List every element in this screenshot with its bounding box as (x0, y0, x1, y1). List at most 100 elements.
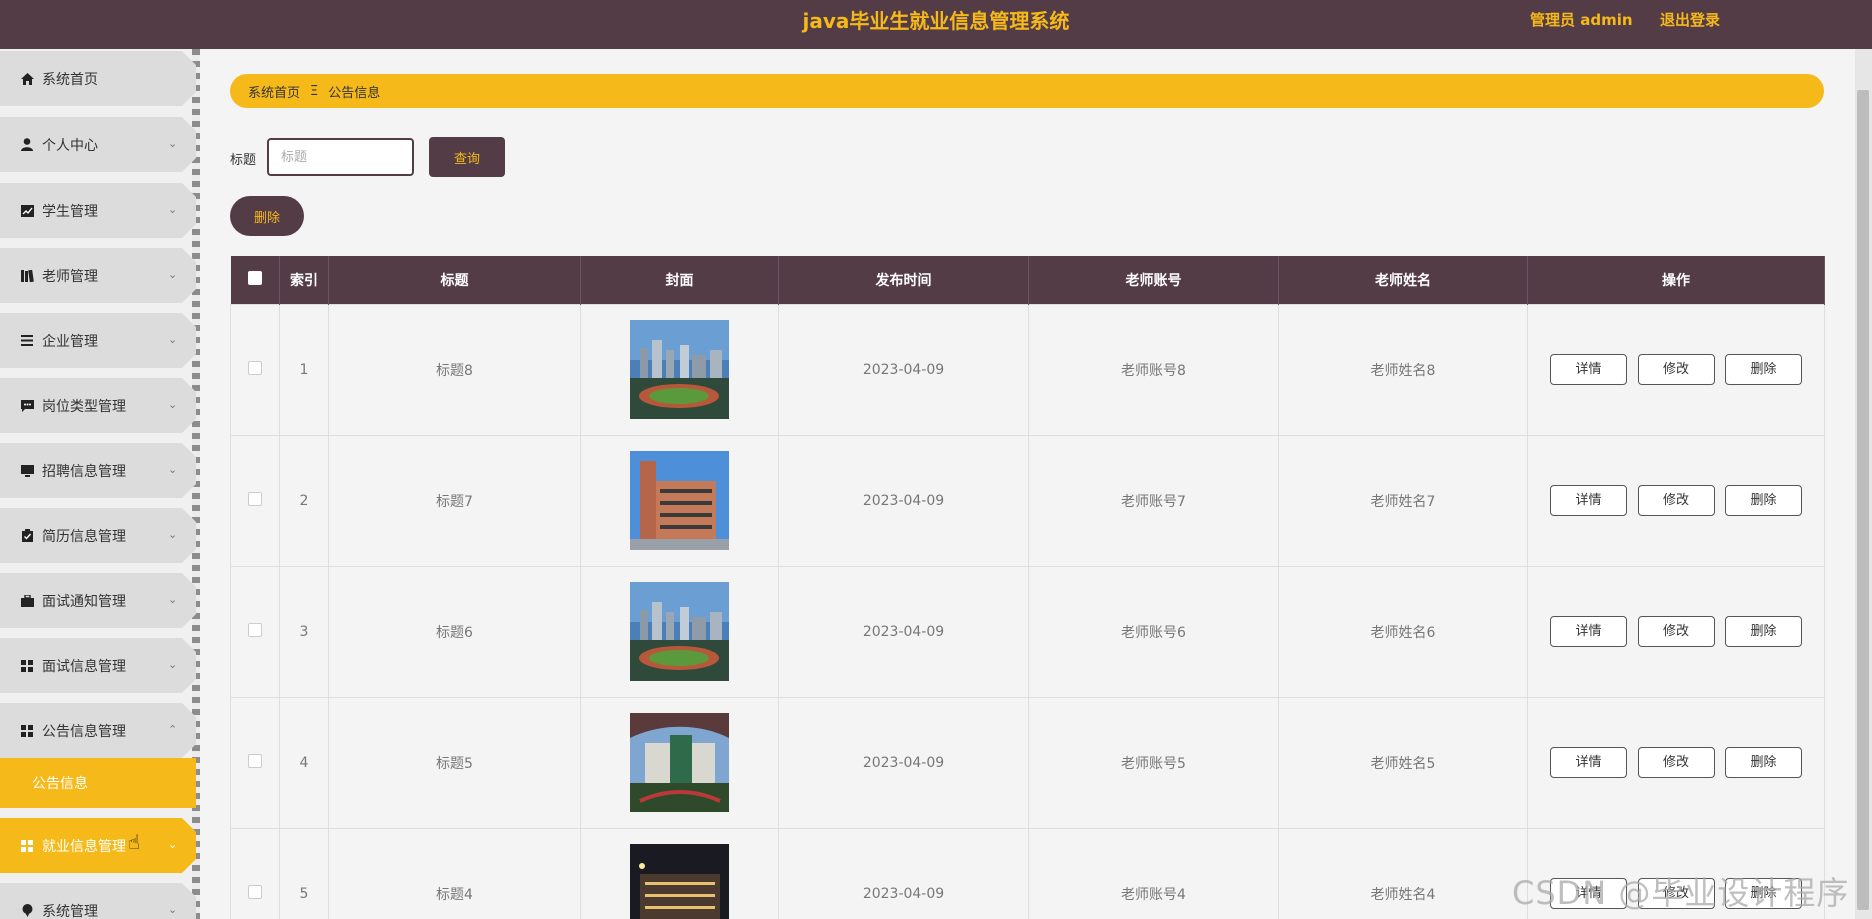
pin-icon (20, 904, 34, 918)
sidebar-item-recruitment[interactable]: 招聘信息管理 ⌄ (0, 443, 196, 498)
edit-button[interactable]: 修改 (1637, 485, 1715, 516)
cell-teacher-account: 老师账号7 (1028, 434, 1279, 567)
sidebar-subitem-label: 公告信息 (32, 776, 88, 792)
table-row: 1 标题8 2023-04-09 老师账号8 老师姓名8 详情 修改 删除 (230, 303, 1825, 436)
cell-title: 标题6 (328, 565, 581, 698)
cover-image (630, 320, 729, 419)
chevron-down-icon: ⌄ (168, 398, 178, 411)
select-all-checkbox[interactable] (247, 270, 262, 285)
sidebar-item-label: 系统首页 (42, 71, 98, 88)
sidebar-item-profile[interactable]: 个人中心 ⌄ (0, 117, 196, 172)
cover-image (630, 844, 729, 919)
logout-link[interactable]: 退出登录 (1660, 9, 1720, 30)
sidebar-item-label: 企业管理 (42, 333, 98, 350)
chevron-down-icon: ⌄ (168, 268, 178, 281)
cell-date: 2023-04-09 (778, 565, 1029, 698)
detail-button[interactable]: 详情 (1550, 354, 1628, 385)
detail-button[interactable]: 详情 (1550, 616, 1628, 647)
bulk-delete-button[interactable]: 删除 (230, 196, 304, 236)
books-icon (20, 269, 34, 283)
sidebar-item-interviews[interactable]: 面试信息管理 ⌄ (0, 638, 196, 693)
hand-cursor-icon: ☝ (128, 830, 141, 854)
edit-button[interactable]: 修改 (1637, 354, 1715, 385)
table-row: 3 标题6 2023-04-09 老师账号6 老师姓名6 详情 修改 删除 (230, 565, 1825, 698)
sidebar-item-label: 岗位类型管理 (42, 398, 126, 415)
sidebar-item-label: 面试通知管理 (42, 593, 126, 610)
breadcrumb: 系统首页 Ξ 公告信息 (230, 74, 1824, 108)
sidebar-item-system[interactable]: 系统管理 ⌄ (0, 883, 196, 919)
cell-teacher-name: 老师姓名7 (1278, 434, 1528, 567)
cell-teacher-name: 老师姓名6 (1278, 565, 1528, 698)
list-icon (20, 334, 34, 348)
cell-index: 5 (279, 827, 329, 919)
row-checkbox[interactable] (248, 360, 262, 375)
sidebar-item-job-types[interactable]: 岗位类型管理 ⌄ (0, 378, 196, 433)
sidebar-item-interview-notices[interactable]: 面试通知管理 ⌄ (0, 573, 196, 628)
cell-date: 2023-04-09 (778, 696, 1029, 829)
delete-button[interactable]: 删除 (1724, 747, 1802, 778)
sidebar-item-announcements[interactable]: 公告信息管理 ⌃ (0, 703, 196, 758)
edit-button[interactable]: 修改 (1637, 616, 1715, 647)
cell-teacher-name: 老师姓名5 (1278, 696, 1528, 829)
chevron-down-icon: ⌄ (168, 137, 178, 150)
edit-button[interactable]: 修改 (1637, 747, 1715, 778)
grid-icon (20, 839, 34, 853)
row-checkbox[interactable] (248, 622, 262, 637)
column-header-date: 发布时间 (778, 256, 1029, 304)
column-header-teacher-account: 老师账号 (1028, 256, 1279, 304)
detail-button[interactable]: 详情 (1550, 747, 1628, 778)
cell-title: 标题8 (328, 303, 581, 436)
detail-button[interactable]: 详情 (1550, 485, 1628, 516)
sidebar-item-employment[interactable]: 就业信息管理 ⌄ (0, 818, 196, 873)
cell-date: 2023-04-09 (778, 303, 1029, 436)
chevron-down-icon: ⌄ (168, 333, 178, 346)
watermark: CSDN @毕业设计程序 (1512, 874, 1850, 912)
sidebar-item-home[interactable]: 系统首页 (0, 51, 196, 106)
sidebar-item-label: 就业信息管理 (42, 838, 126, 855)
sidebar-item-teachers[interactable]: 老师管理 ⌄ (0, 248, 196, 303)
delete-button[interactable]: 删除 (1724, 485, 1802, 516)
sidebar-item-label: 公告信息管理 (42, 723, 126, 740)
cell-teacher-account: 老师账号6 (1028, 565, 1279, 698)
sidebar-item-companies[interactable]: 企业管理 ⌄ (0, 313, 196, 368)
row-checkbox[interactable] (248, 753, 262, 768)
chevron-down-icon: ⌄ (168, 463, 178, 476)
scrollbar-thumb[interactable] (1857, 90, 1869, 910)
column-header-teacher-name: 老师姓名 (1278, 256, 1528, 304)
chat-icon (20, 399, 34, 413)
announcements-table: 索引 标题 封面 发布时间 老师账号 老师姓名 操作 1 标题8 2023-04… (230, 256, 1825, 919)
sidebar-item-students[interactable]: 学生管理 ⌄ (0, 183, 196, 238)
cover-image (630, 582, 729, 681)
delete-button[interactable]: 删除 (1724, 354, 1802, 385)
row-checkbox[interactable] (248, 884, 262, 899)
sidebar-item-label: 招聘信息管理 (42, 463, 126, 480)
sidebar-item-label: 老师管理 (42, 268, 98, 285)
top-bar: java毕业生就业信息管理系统 管理员 admin 退出登录 (0, 0, 1872, 49)
delete-button[interactable]: 删除 (1724, 616, 1802, 647)
chevron-down-icon: ⌄ (168, 203, 178, 216)
breadcrumb-home[interactable]: 系统首页 (248, 82, 300, 101)
cell-title: 标题5 (328, 696, 581, 829)
table-header-row: 索引 标题 封面 发布时间 老师账号 老师姓名 操作 (230, 256, 1825, 304)
current-user: 管理员 admin (1530, 11, 1633, 29)
sidebar-item-label: 学生管理 (42, 203, 98, 220)
chevron-down-icon: ⌄ (168, 528, 178, 541)
cell-title: 标题7 (328, 434, 581, 567)
search-button[interactable]: 查询 (429, 137, 505, 177)
sidebar-subitem-announcements[interactable]: 公告信息 (0, 758, 196, 808)
clipboard-icon (20, 529, 34, 543)
title-search-input[interactable] (267, 138, 414, 176)
sidebar-item-label: 面试信息管理 (42, 658, 126, 675)
chevron-down-icon: ⌄ (168, 593, 178, 606)
cell-teacher-name: 老师姓名8 (1278, 303, 1528, 436)
row-checkbox[interactable] (248, 491, 262, 506)
sidebar-item-resumes[interactable]: 简历信息管理 ⌄ (0, 508, 196, 563)
cell-teacher-name: 老师姓名4 (1278, 827, 1528, 919)
select-all-header[interactable] (230, 256, 280, 304)
sidebar-item-label: 个人中心 (42, 137, 98, 154)
grid-icon (20, 724, 34, 738)
cell-teacher-account: 老师账号8 (1028, 303, 1279, 436)
cell-index: 2 (279, 434, 329, 567)
column-header-cover: 封面 (580, 256, 779, 304)
table-row: 4 标题5 2023-04-09 老师账号5 老师姓名5 详情 修改 删除 (230, 696, 1825, 829)
